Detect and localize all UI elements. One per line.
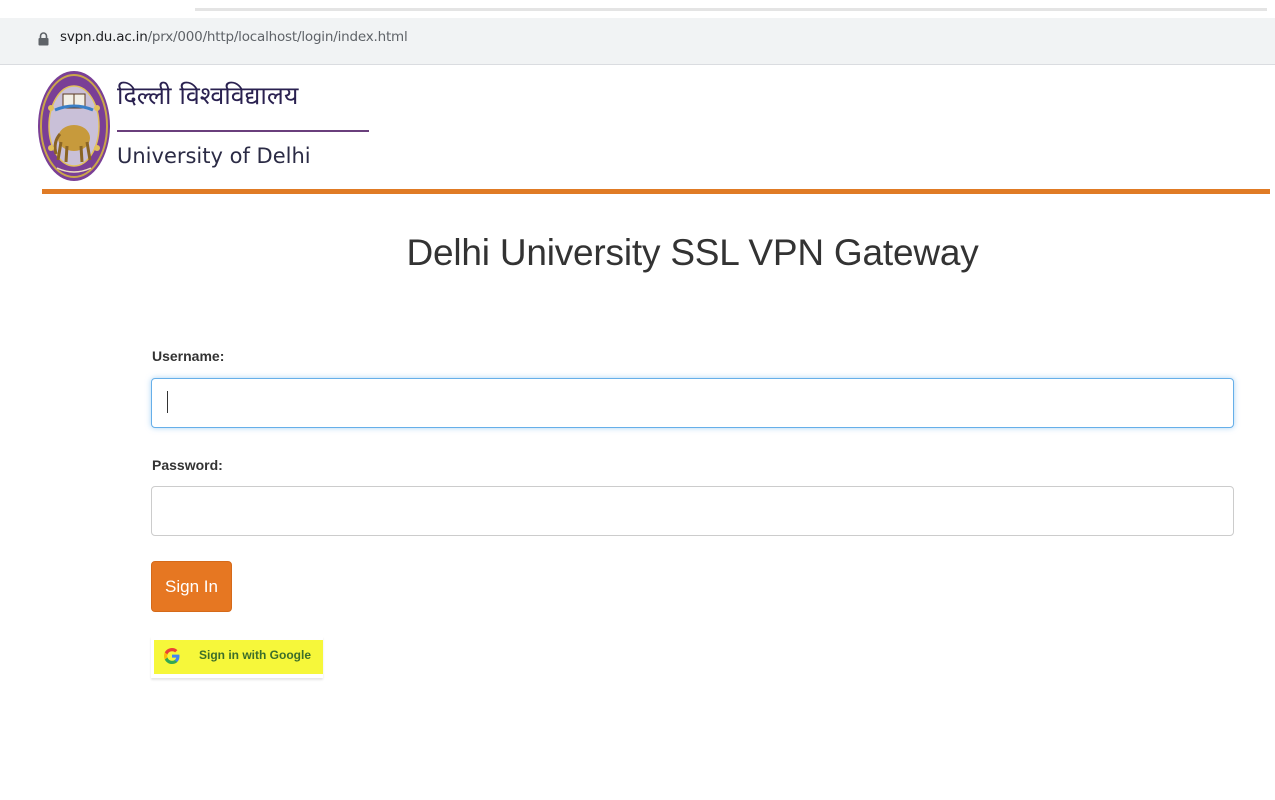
university-name-hindi: दिल्ली विश्वविद्यालय <box>117 81 299 110</box>
top-strip <box>195 0 1275 14</box>
text-cursor <box>167 391 168 413</box>
address-url[interactable]: svpn.du.ac.in/prx/000/http/localhost/log… <box>60 29 408 45</box>
university-name-english: University of Delhi <box>117 144 311 168</box>
university-emblem-icon[interactable] <box>37 68 111 188</box>
page-title: Delhi University SSL VPN Gateway <box>406 232 979 273</box>
url-domain: svpn.du.ac.in <box>60 29 148 45</box>
google-sign-in-button[interactable]: Sign in with Google <box>151 636 323 678</box>
password-label: Password: <box>152 457 223 473</box>
top-strip-divider <box>195 8 1267 11</box>
name-divider <box>117 130 369 132</box>
header-divider <box>42 189 1270 194</box>
site-header: दिल्ली विश्वविद्यालय University of Delhi <box>37 68 1275 190</box>
sign-in-button[interactable]: Sign In <box>151 561 232 612</box>
password-input[interactable] <box>151 486 1234 536</box>
lock-icon <box>38 32 49 46</box>
username-label: Username: <box>152 348 225 364</box>
url-path: /prx/000/http/localhost/login/index.html <box>147 29 408 45</box>
google-g-icon <box>164 648 180 664</box>
google-sign-in-label: Sign in with Google <box>199 648 311 662</box>
username-input[interactable] <box>151 378 1234 428</box>
